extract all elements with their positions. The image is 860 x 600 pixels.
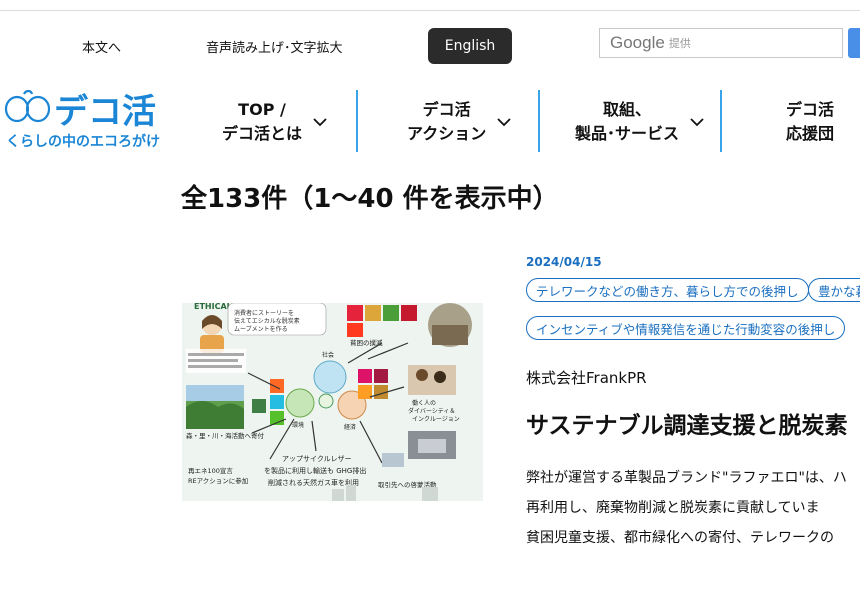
search-input[interactable]: Google 提供	[599, 28, 843, 58]
search-provider-label: 提供	[668, 37, 691, 50]
nav-item-actions[interactable]: デコ活 アクション	[407, 96, 512, 148]
logo-text: デコ活	[54, 92, 156, 132]
chevron-down-icon	[497, 118, 511, 127]
svg-text:アップサイクルレザー: アップサイクルレザー	[282, 455, 352, 463]
article-thumbnail[interactable]: ETHICAL 消費者にストーリーを 伝えてエシカルな脱炭素 ムーブメントを作る…	[182, 303, 483, 501]
nav-item-products[interactable]: 取組、 製品･サービス	[575, 96, 705, 148]
english-button[interactable]: English	[428, 28, 512, 64]
article-date: 2024/04/15	[526, 255, 602, 269]
article-company: 株式会社FrankPR	[526, 369, 647, 387]
google-wordmark: Google	[610, 33, 665, 52]
nav-item-label: デコ活 アクション	[407, 100, 487, 143]
nav-item-supporters[interactable]: デコ活 応援団	[786, 96, 834, 148]
nav-item-label: TOP / デコ活とは	[222, 100, 303, 143]
nav-divider	[356, 90, 358, 152]
svg-text:経済: 経済	[344, 423, 356, 431]
tag-incentive[interactable]: インセンティブや情報発信を通じた行動変容の後押し	[526, 316, 846, 340]
svg-text:削減される天然ガス車を利用: 削減される天然ガス車を利用	[268, 478, 359, 487]
site-logo[interactable]: デコ活 くらしの中のエコろがけ	[4, 88, 179, 154]
svg-text:伝えてエシカルな脱炭素: 伝えてエシカルな脱炭素	[234, 317, 300, 325]
svg-text:働く人の: 働く人の	[412, 399, 436, 407]
nav-divider	[720, 90, 722, 152]
svg-text:環境: 環境	[292, 421, 304, 429]
svg-text:インクルージョン: インクルージョン	[412, 416, 460, 423]
svg-text:ETHICAL: ETHICAL	[194, 303, 232, 311]
sdgs-infographic-image: ETHICAL 消費者にストーリーを 伝えてエシカルな脱炭素 ムーブメントを作る…	[182, 303, 483, 501]
search-button[interactable]	[848, 28, 860, 58]
nav-divider	[538, 90, 540, 152]
svg-text:再エネ100宣言: 再エネ100宣言	[188, 466, 233, 475]
article-excerpt-line: 再利用し、廃棄物削減と脱炭素に貢献していま	[526, 500, 820, 516]
tag-telework[interactable]: テレワークなどの働き方、暮らし方での後押し	[526, 278, 809, 302]
article-excerpt-line: 弊社が運営する革製品ブランド"ラファエロ"は、ハ	[526, 470, 847, 486]
nav-item-label: 取組、 製品･サービス	[575, 100, 680, 143]
logo-tagline: くらしの中のエコろがけ	[6, 133, 160, 150]
skip-to-content-link[interactable]: 本文へ	[82, 37, 121, 56]
results-count-heading: 全133件（1〜40 件を表示中）	[181, 184, 559, 214]
accessibility-link[interactable]: 音声読み上げ･文字拡大	[206, 37, 343, 56]
svg-text:ムーブメントを作る: ムーブメントを作る	[234, 325, 288, 333]
svg-text:消費者にストーリーを: 消費者にストーリーを	[234, 309, 294, 317]
svg-text:を製品に利用し輸送も GHG排出: を製品に利用し輸送も GHG排出	[264, 466, 366, 475]
chevron-down-icon	[313, 118, 327, 127]
tag-rich-life[interactable]: 豊かな暮	[808, 278, 860, 302]
nav-item-top[interactable]: TOP / デコ活とは	[222, 96, 328, 148]
article-title-link[interactable]: サステナブル調達支援と脱炭素	[526, 406, 848, 440]
svg-text:ダイバーシティ＆: ダイバーシティ＆	[408, 407, 455, 415]
chevron-down-icon	[690, 118, 704, 127]
nav-item-label: デコ活 応援団	[786, 100, 835, 143]
svg-text:社会: 社会	[322, 351, 334, 359]
logo-mark: デコ活 くらしの中のエコろがけ	[4, 89, 160, 150]
svg-text:REアクションに参加: REアクションに参加	[188, 476, 248, 485]
top-divider	[0, 10, 860, 11]
article-excerpt-line: 貧困児童支援、都市緑化への寄付、テレワークの	[526, 530, 834, 546]
